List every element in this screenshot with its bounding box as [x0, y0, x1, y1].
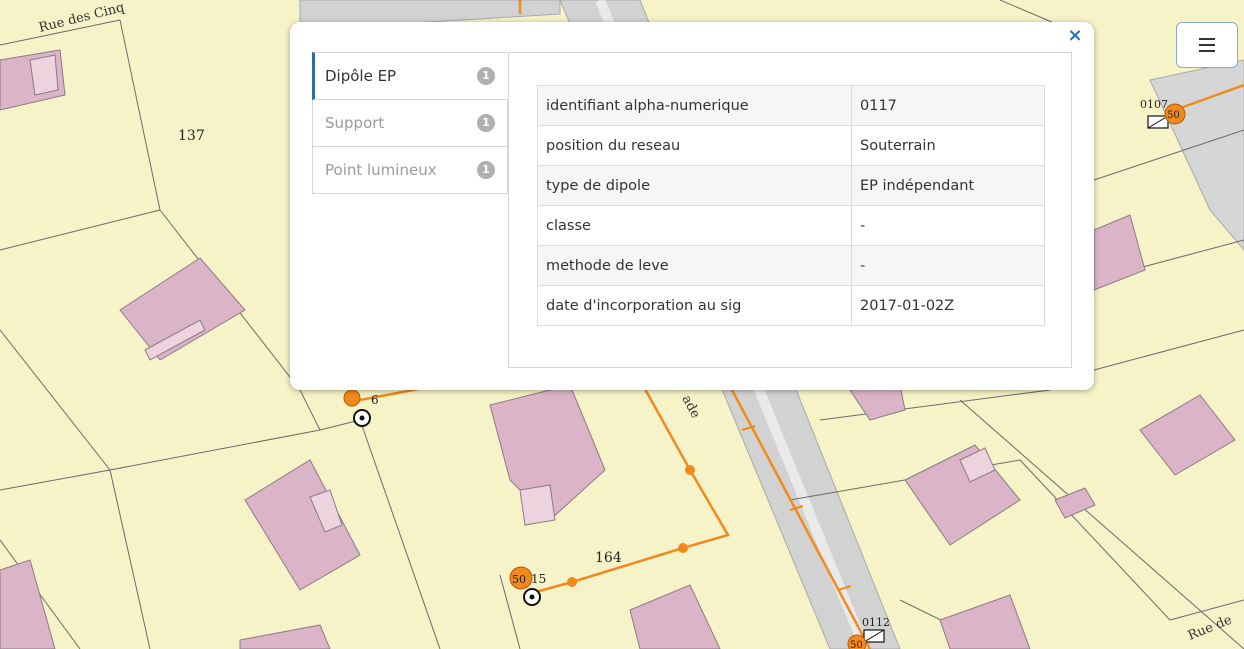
close-icon[interactable]: × [1066, 26, 1084, 46]
attribute-key: methode de leve [537, 245, 852, 286]
attribute-key: date d'incorporation au sig [537, 285, 852, 326]
table-row: methode de leve - [537, 245, 1045, 286]
tab-label: Dipôle EP [325, 67, 397, 85]
table-row: classe - [537, 205, 1045, 246]
hamburger-menu-icon [1199, 36, 1215, 54]
table-row: position du reseau Souterrain [537, 125, 1045, 166]
table-row: identifiant alpha-numerique 0117 [537, 85, 1045, 126]
attribute-value: - [851, 245, 1045, 286]
lamp-point-symbol[interactable] [523, 588, 541, 606]
count-badge: 1 [477, 67, 495, 85]
point-label: 0112 [862, 616, 890, 629]
table-row: type de dipole EP indépendant [537, 165, 1045, 206]
count-badge: 1 [477, 161, 495, 179]
attribute-value: - [851, 205, 1045, 246]
point-label: 6 [371, 393, 379, 407]
attributes-table: identifiant alpha-numerique 0117 positio… [537, 85, 1045, 326]
table-row: date d'incorporation au sig 2017-01-02Z [537, 285, 1045, 326]
point-label: 0107 [1140, 98, 1168, 111]
parcel-number: 137 [178, 128, 205, 144]
feature-info-popup: × Dipôle EP 1 Support 1 Point lumineux 1… [290, 22, 1094, 390]
point-label-suffix: 15 [531, 572, 546, 586]
tab-label: Point lumineux [325, 161, 437, 179]
attribute-value: 2017-01-02Z [851, 285, 1045, 326]
lamp-point-symbol[interactable] [353, 409, 371, 427]
attribute-key: type de dipole [537, 165, 852, 206]
tab-support[interactable]: Support 1 [312, 100, 508, 147]
marker-value: 50 [1167, 110, 1180, 121]
marker-value: 50 [850, 640, 863, 649]
attribute-value: EP indépendant [851, 165, 1045, 206]
attributes-panel: identifiant alpha-numerique 0117 positio… [508, 52, 1072, 368]
attribute-value: Souterrain [851, 125, 1045, 166]
tab-dipole-ep[interactable]: Dipôle EP 1 [312, 52, 508, 100]
parcel-number: 164 [595, 550, 622, 566]
count-badge: 1 [477, 114, 495, 132]
attribute-value: 0117 [851, 85, 1045, 126]
tab-label: Support [325, 114, 385, 132]
feature-tabs: Dipôle EP 1 Support 1 Point lumineux 1 [312, 52, 508, 194]
menu-button[interactable] [1176, 22, 1238, 68]
attribute-key: position du reseau [537, 125, 852, 166]
attribute-key: identifiant alpha-numerique [537, 85, 852, 126]
attribute-key: classe [537, 205, 852, 246]
tab-point-lumineux[interactable]: Point lumineux 1 [312, 147, 508, 194]
